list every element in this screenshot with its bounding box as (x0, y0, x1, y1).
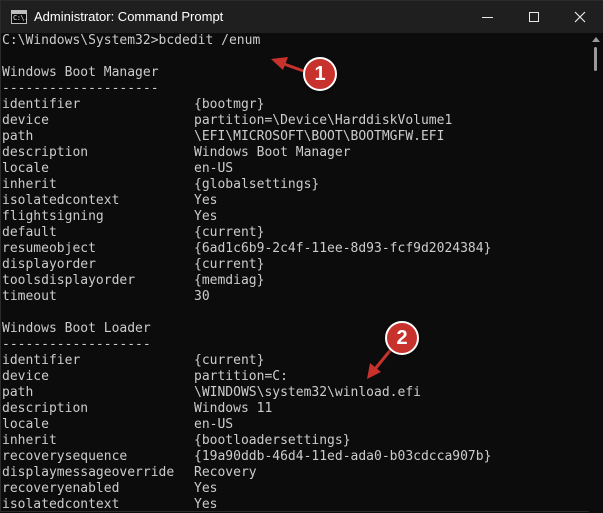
callout-badge: 2 (385, 321, 419, 355)
callout-badge: 1 (303, 57, 337, 91)
command-prompt-window: C:\. Administrator: Command Prompt C:\Wi… (0, 0, 603, 512)
annotation-arrowhead-1 (271, 57, 288, 70)
annotation-arrows (271, 57, 395, 379)
